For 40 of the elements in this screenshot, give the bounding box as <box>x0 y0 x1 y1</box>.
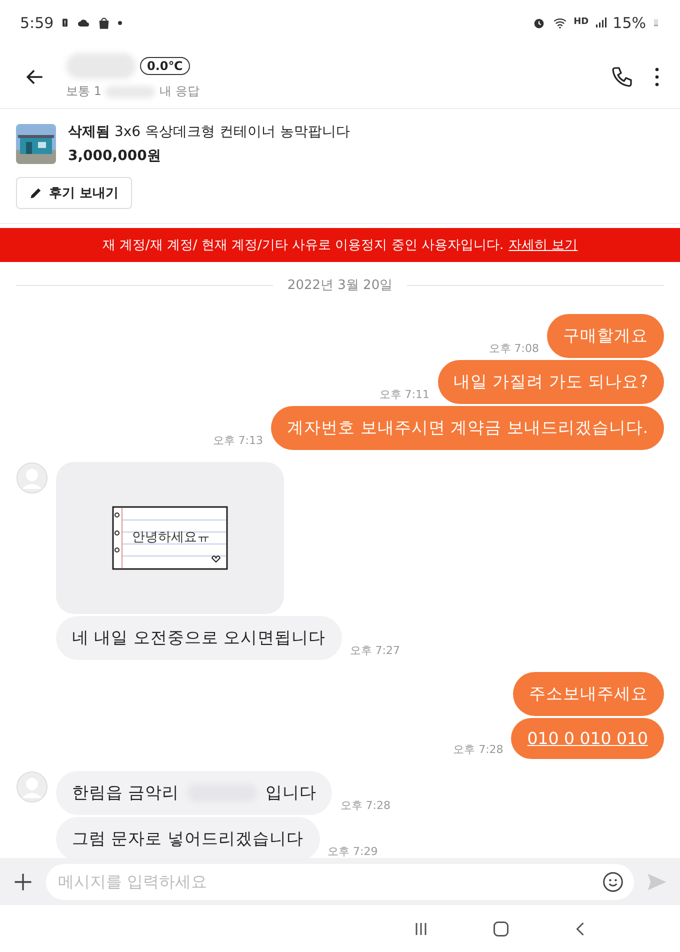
message-bubble: 주소보내주세요 <box>513 672 664 716</box>
send-review-button[interactable]: 후기 보내기 <box>16 177 132 209</box>
message-bubble: 구매할게요 <box>547 314 664 358</box>
avatar-icon <box>16 771 48 803</box>
message-time: 오후 7:27 <box>350 643 400 658</box>
message-bubble: 한림읍 금악리 입니다 <box>56 771 332 815</box>
response-time-start: 보통 1 <box>66 83 102 100</box>
message-time: 오후 7:08 <box>488 341 539 356</box>
dot-icon <box>116 20 123 26</box>
signal-icon <box>594 16 607 29</box>
phone-icon <box>610 64 634 88</box>
details-link[interactable]: 자세히 보기 <box>508 236 578 254</box>
message-bubble: 네 내일 오전중으로 오시면됩니다 <box>56 616 342 660</box>
manner-temperature-badge: 0.0℃ <box>140 57 190 75</box>
note-sticker-drawing: 안녕하세요ㅠ <box>112 506 228 570</box>
message-time: 오후 7:13 <box>212 433 264 448</box>
response-time-end: 내 응답 <box>159 83 200 100</box>
message-bubble: 그럼 문자로 넣어드리겠습니다 <box>56 817 320 858</box>
hd-voice-label: HD <box>574 18 589 27</box>
more-menu-icon <box>654 66 660 86</box>
message-time: 오후 7:29 <box>328 844 378 858</box>
battery-percent: 15% <box>612 14 646 32</box>
home-icon <box>492 920 510 938</box>
date-divider: 2022년 3월 20일 <box>287 277 393 294</box>
product-title[interactable]: 삭제됨 3x6 옥상데크형 컨테이너 농막팝니다 <box>68 123 350 141</box>
pencil-icon <box>29 186 43 200</box>
product-price: 3,000,000원 <box>68 147 162 165</box>
message-input-field[interactable]: 메시지를 입력하세요 <box>46 864 634 900</box>
cloud-icon <box>76 16 91 28</box>
clock-time: 5:59 <box>20 14 54 32</box>
message-time: 오후 7:28 <box>453 742 504 757</box>
wifi-icon <box>552 16 568 30</box>
message-bubble: 계자번호 보내주시면 계약금 보내드리겠습니다. <box>271 406 664 450</box>
message-time: 오후 7:28 <box>340 798 390 813</box>
message-time: 오후 7:11 <box>379 387 430 402</box>
emoji-icon <box>602 870 624 892</box>
shopping-bag-icon <box>96 16 111 30</box>
message-bubble: 내일 가질려 가도 되나요? <box>438 360 664 404</box>
avatar-icon <box>16 462 48 494</box>
banner-text: 재 계정/재 계정/ 현재 계정/기타 사유로 이용정지 중인 사용자입니다. <box>102 237 504 254</box>
